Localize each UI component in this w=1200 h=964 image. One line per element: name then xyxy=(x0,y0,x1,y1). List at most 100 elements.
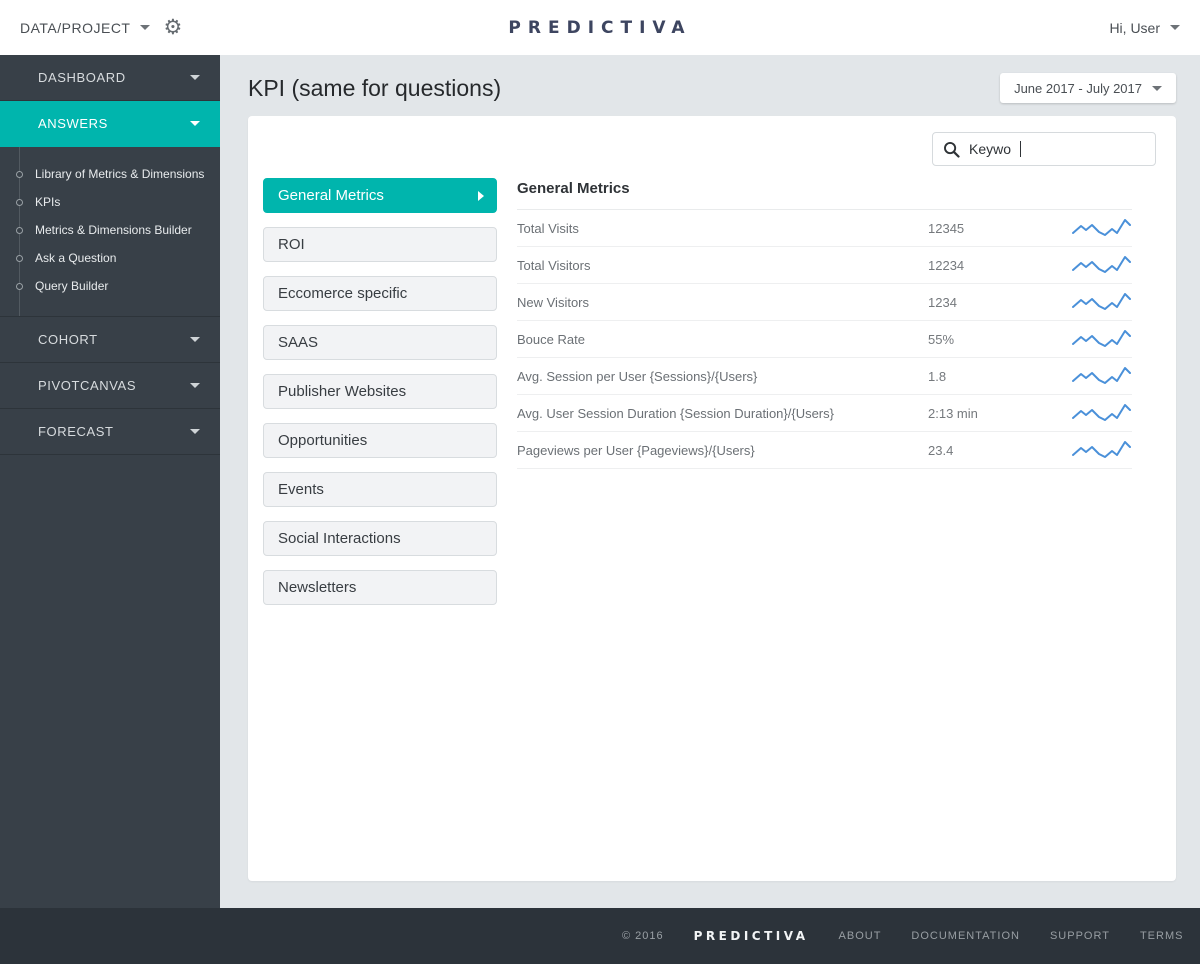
category-roi[interactable]: ROI xyxy=(263,227,497,262)
date-range-dropdown[interactable]: June 2017 - July 2017 xyxy=(1000,73,1176,103)
project-switcher-label: DATA/PROJECT xyxy=(20,20,131,36)
category-label: SAAS xyxy=(278,334,318,351)
metric-label: New Visitors xyxy=(517,295,928,310)
app-window: DATA/PROJECT ⚙ PREDICTIVA Hi, User DASHB… xyxy=(0,0,1200,964)
category-label: Newsletters xyxy=(278,579,356,596)
category-label: Publisher Websites xyxy=(278,383,406,400)
project-switcher[interactable]: DATA/PROJECT xyxy=(20,20,150,36)
settings-gear-icon[interactable]: ⚙ xyxy=(164,17,183,38)
metric-row-total-visits[interactable]: Total Visits 12345 xyxy=(517,210,1132,247)
metric-value: 1.8 xyxy=(928,369,1072,384)
metric-label: Total Visits xyxy=(517,221,928,236)
submenu-item-query-builder[interactable]: Query Builder xyxy=(0,272,220,300)
page-header: KPI (same for questions) June 2017 - Jul… xyxy=(248,73,1176,103)
kpi-card: Keywo General Metrics ROI xyxy=(248,116,1176,881)
sparkline-chart xyxy=(1072,326,1132,352)
sidebar-item-forecast[interactable]: FORECAST xyxy=(0,409,220,455)
metric-value: 12234 xyxy=(928,258,1072,273)
metric-row-new-visitors[interactable]: New Visitors 1234 xyxy=(517,284,1132,321)
metric-label: Pageviews per User {Pageviews}/{Users} xyxy=(517,443,928,458)
sparkline-chart xyxy=(1072,215,1132,241)
chevron-down-icon xyxy=(140,25,150,30)
metric-row-pageviews-per-user[interactable]: Pageviews per User {Pageviews}/{Users} 2… xyxy=(517,432,1132,469)
footer-link-documentation[interactable]: DOCUMENTATION xyxy=(911,930,1020,942)
metrics-heading: General Metrics xyxy=(517,180,1132,210)
metric-value: 23.4 xyxy=(928,443,1072,458)
category-events[interactable]: Events xyxy=(263,472,497,507)
chevron-down-icon xyxy=(190,337,200,342)
chevron-down-icon xyxy=(1152,86,1162,91)
sparkline-chart xyxy=(1072,437,1132,463)
sparkline-chart xyxy=(1072,252,1132,278)
metric-value: 2:13 min xyxy=(928,406,1072,421)
metric-label: Total Visitors xyxy=(517,258,928,273)
answers-submenu: Library of Metrics & Dimensions KPIs Met… xyxy=(0,147,220,317)
bullet-circle-icon xyxy=(16,171,23,178)
metric-label: Avg. Session per User {Sessions}/{Users} xyxy=(517,369,928,384)
text-cursor xyxy=(1020,141,1021,157)
search-row: Keywo xyxy=(263,132,1156,166)
bullet-circle-icon xyxy=(16,283,23,290)
category-saas[interactable]: SAAS xyxy=(263,325,497,360)
sidebar-item-label: COHORT xyxy=(38,332,98,347)
footer: © 2016 PREDICTIVA ABOUT DOCUMENTATION SU… xyxy=(0,908,1200,964)
arrow-right-icon xyxy=(478,191,484,201)
sparkline-chart xyxy=(1072,400,1132,426)
submenu-item-kpis[interactable]: KPIs xyxy=(0,188,220,216)
metric-row-total-visitors[interactable]: Total Visitors 12234 xyxy=(517,247,1132,284)
category-social-interactions[interactable]: Social Interactions xyxy=(263,521,497,556)
user-menu-label: Hi, User xyxy=(1109,20,1160,36)
footer-link-support[interactable]: SUPPORT xyxy=(1050,930,1110,942)
sidebar-item-label: PIVOTCANVAS xyxy=(38,378,136,393)
submenu-item-label: Ask a Question xyxy=(35,251,116,265)
footer-link-about[interactable]: ABOUT xyxy=(839,930,882,942)
footer-brand-logo: PREDICTIVA xyxy=(694,929,809,943)
search-input[interactable]: Keywo xyxy=(932,132,1156,166)
category-eccomerce-specific[interactable]: Eccomerce specific xyxy=(263,276,497,311)
metric-value: 12345 xyxy=(928,221,1072,236)
submenu-item-label: Metrics & Dimensions Builder xyxy=(35,223,192,237)
content-area: DASHBOARD ANSWERS Library of Metrics & D… xyxy=(0,55,1200,908)
sidebar-item-answers[interactable]: ANSWERS xyxy=(0,101,220,147)
category-label: General Metrics xyxy=(278,187,384,204)
category-label: Social Interactions xyxy=(278,530,401,547)
chevron-down-icon xyxy=(190,383,200,388)
category-general-metrics[interactable]: General Metrics xyxy=(263,178,497,213)
bullet-circle-icon xyxy=(16,255,23,262)
sparkline-chart xyxy=(1072,363,1132,389)
sidebar-item-cohort[interactable]: COHORT xyxy=(0,317,220,363)
metric-value: 1234 xyxy=(928,295,1072,310)
metric-label: Avg. User Session Duration {Session Dura… xyxy=(517,406,928,421)
sidebar-item-pivotcanvas[interactable]: PIVOTCANVAS xyxy=(0,363,220,409)
category-opportunities[interactable]: Opportunities xyxy=(263,423,497,458)
category-newsletters[interactable]: Newsletters xyxy=(263,570,497,605)
sidebar-item-label: ANSWERS xyxy=(38,116,108,131)
submenu-item-library-of-metrics[interactable]: Library of Metrics & Dimensions xyxy=(0,160,220,188)
user-menu[interactable]: Hi, User xyxy=(1109,20,1180,36)
metric-row-avg-user-session-duration[interactable]: Avg. User Session Duration {Session Dura… xyxy=(517,395,1132,432)
chevron-down-icon xyxy=(190,121,200,126)
sidebar: DASHBOARD ANSWERS Library of Metrics & D… xyxy=(0,55,220,908)
category-list: General Metrics ROI Eccomerce specific S… xyxy=(263,178,497,619)
category-publisher-websites[interactable]: Publisher Websites xyxy=(263,374,497,409)
submenu-item-label: Library of Metrics & Dimensions xyxy=(35,167,204,181)
bullet-circle-icon xyxy=(16,199,23,206)
footer-link-terms[interactable]: TERMS xyxy=(1140,930,1184,942)
sparkline-chart xyxy=(1072,289,1132,315)
date-range-label: June 2017 - July 2017 xyxy=(1014,81,1142,96)
submenu-item-metrics-dimensions-builder[interactable]: Metrics & Dimensions Builder xyxy=(0,216,220,244)
page-title: KPI (same for questions) xyxy=(248,75,501,102)
submenu-item-label: KPIs xyxy=(35,195,60,209)
submenu-item-label: Query Builder xyxy=(35,279,108,293)
sidebar-item-label: FORECAST xyxy=(38,424,114,439)
chevron-down-icon xyxy=(190,75,200,80)
metric-row-avg-session-per-user[interactable]: Avg. Session per User {Sessions}/{Users}… xyxy=(517,358,1132,395)
sidebar-item-dashboard[interactable]: DASHBOARD xyxy=(0,55,220,101)
chevron-down-icon xyxy=(1170,25,1180,30)
submenu-item-ask-a-question[interactable]: Ask a Question xyxy=(0,244,220,272)
metric-row-bounce-rate[interactable]: Bouce Rate 55% xyxy=(517,321,1132,358)
copyright-text: © 2016 xyxy=(622,930,664,942)
topbar: DATA/PROJECT ⚙ PREDICTIVA Hi, User xyxy=(0,0,1200,55)
category-label: Events xyxy=(278,481,324,498)
main-panel: KPI (same for questions) June 2017 - Jul… xyxy=(220,55,1200,908)
